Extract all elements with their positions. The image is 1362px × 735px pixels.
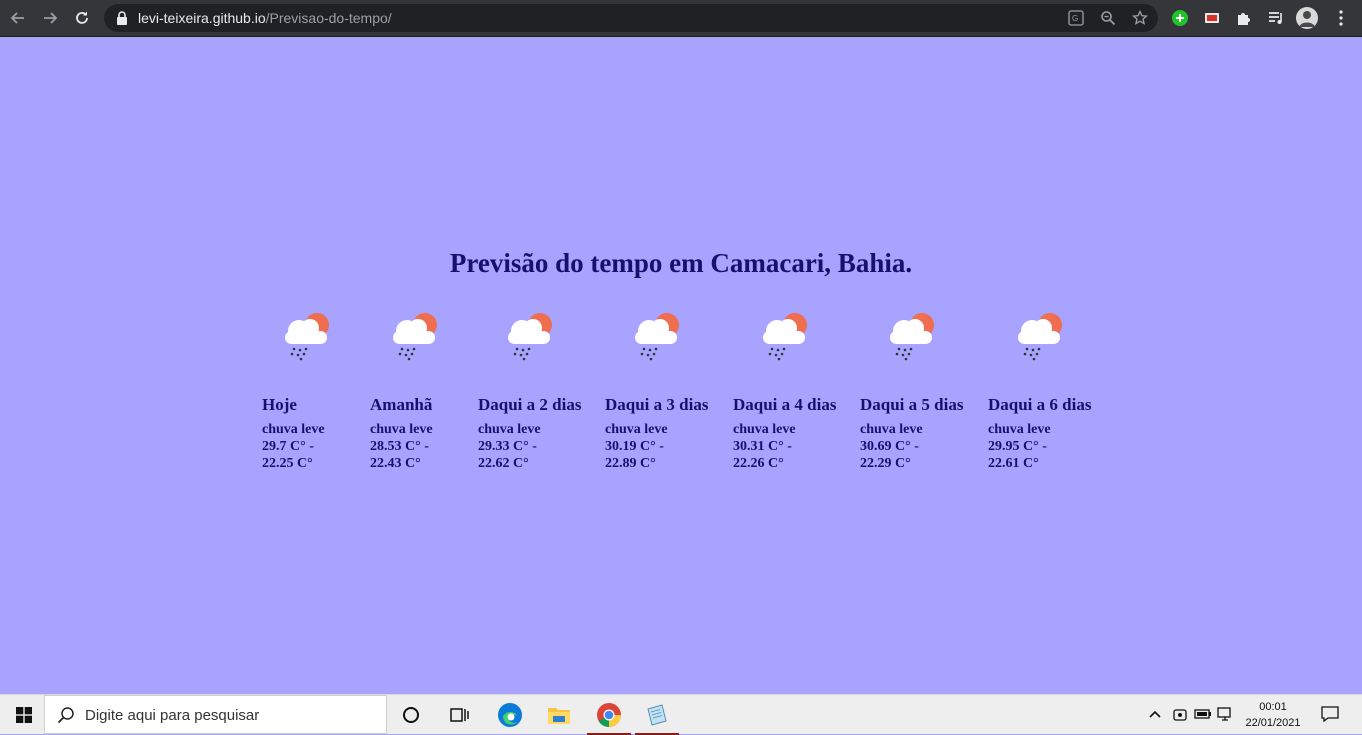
day-label: Amanhã [370,395,433,414]
temperature-max: 29.95 C° - [988,439,1047,454]
light-rain-cloud-sun-icon [1018,313,1062,361]
meet-now-icon[interactable] [1171,705,1189,723]
day-label: Hoje [262,395,297,414]
temperature-min: 22.61 C° [988,456,1039,471]
taskbar-chrome[interactable] [585,695,633,735]
temperature-max: 28.53 C° - [370,439,429,454]
weather-description: chuva leve [860,422,923,437]
windows-logo-icon [16,707,32,723]
folder-icon [548,708,570,724]
cortana-button[interactable] [387,695,435,735]
task-view-icon [450,708,469,722]
day-label: Daqui a 4 dias [733,395,837,414]
network-icon[interactable] [1217,705,1235,723]
translate-icon[interactable]: G [1066,8,1086,28]
edge-browser-icon [498,703,522,727]
start-button[interactable] [0,695,48,735]
day-label: Daqui a 6 dias [988,395,1092,414]
search-icon [57,706,75,729]
reload-icon [76,11,88,24]
temperature-min: 22.29 C° [860,456,911,471]
taskbar-notepad-app[interactable] [633,695,681,735]
weather-description: chuva leve [733,422,796,437]
back-button[interactable] [6,6,30,30]
weather-page: Previsão do tempo em Camacari, Bahia. Ho… [0,37,1362,693]
weather-description: chuva leve [478,422,541,437]
day-label: Daqui a 3 dias [605,395,709,414]
temperature-max: 29.33 C° - [478,439,537,454]
temperature-min: 22.43 C° [370,456,421,471]
temperature-min: 22.25 C° [262,456,313,471]
light-rain-cloud-sun-icon [635,313,679,361]
temperature-min: 22.26 C° [733,456,784,471]
arrow-right-icon [44,12,58,24]
taskbar-clock[interactable]: 00:01 22/01/2021 [1238,699,1308,731]
extension-screen-icon[interactable] [1201,7,1223,29]
light-rain-cloud-sun-icon [393,313,437,361]
weather-description: chuva leve [988,422,1051,437]
reload-button[interactable] [70,6,94,30]
temperature-min: 22.89 C° [605,456,656,471]
light-rain-cloud-sun-icon [763,313,807,361]
chrome-browser-icon [597,703,621,727]
weather-description: chuva leve [370,422,433,437]
clock-time: 00:01 [1259,701,1287,713]
forward-button[interactable] [38,6,62,30]
search-placeholder: Digite aqui para pesquisar [85,707,260,724]
lock-icon [116,11,128,30]
day-label: Daqui a 5 dias [860,395,964,414]
notepad-icon [647,704,667,726]
weather-description: chuva leve [605,422,668,437]
taskbar-edge[interactable] [486,695,534,735]
clock-date: 22/01/2021 [1245,717,1301,729]
temperature-min: 22.62 C° [478,456,529,471]
taskbar-search-input[interactable]: Digite aqui para pesquisar [44,695,387,734]
light-rain-cloud-sun-icon [285,313,329,361]
day-label: Daqui a 2 dias [478,395,582,414]
media-queue-icon[interactable] [1265,7,1287,29]
temperature-max: 30.69 C° - [860,439,919,454]
url-path: /Previsao-do-tempo/ [265,10,392,26]
temperature-max: 30.31 C° - [733,439,792,454]
browser-toolbar: levi-teixeira.github.io/Previsao-do-temp… [0,0,1362,37]
page-title: Previsão do tempo em Camacari, Bahia. [449,248,913,278]
url-text: levi-teixeira.github.io/Previsao-do-temp… [138,10,392,26]
task-view-button[interactable] [435,695,483,735]
cortana-circle-icon [403,707,419,723]
notifications-icon[interactable] [1320,705,1340,723]
zoom-icon[interactable] [1098,8,1118,28]
temperature-max: 30.19 C° - [605,439,664,454]
browser-menu-icon[interactable] [1330,7,1352,29]
url-host: levi-teixeira.github.io [138,10,266,26]
profile-avatar[interactable] [1296,7,1318,29]
extensions-puzzle-icon[interactable] [1233,7,1255,29]
bookmark-star-icon[interactable] [1130,8,1150,28]
windows-taskbar: Digite aqui para pesquisar 00:01 22/01/2… [0,694,1362,735]
temperature-max: 29.7 C° - [262,439,314,454]
light-rain-cloud-sun-icon [508,313,552,361]
svg-text:G: G [1072,14,1078,23]
taskbar-file-explorer[interactable] [535,695,583,735]
chevron-up-icon[interactable] [1146,705,1164,723]
arrow-left-icon [10,12,24,24]
light-rain-cloud-sun-icon [890,313,934,361]
extension-green-icon[interactable] [1169,7,1191,29]
weather-description: chuva leve [262,422,325,437]
battery-icon[interactable] [1194,705,1212,723]
address-bar[interactable]: levi-teixeira.github.io/Previsao-do-temp… [104,4,1158,32]
